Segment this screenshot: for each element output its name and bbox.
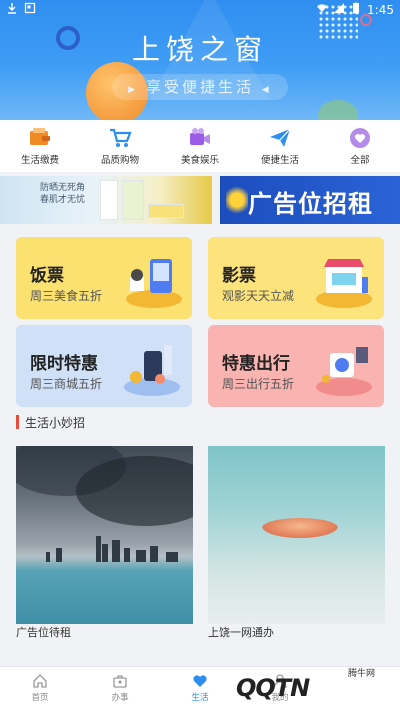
ad-line-1: 防晒无死角 (40, 183, 86, 193)
category-label: 品质购物 (100, 155, 139, 166)
category-label: 生活缴费 (20, 155, 59, 166)
wallet-icon (27, 126, 53, 150)
shopping-illustration (124, 345, 180, 396)
product-image (148, 204, 184, 218)
building (96, 536, 101, 562)
product-image (122, 180, 144, 220)
ad-for-rent[interactable]: 广告位招租 (220, 176, 400, 224)
category-shopping[interactable]: 品质购物 (80, 120, 160, 172)
building (102, 544, 108, 562)
nav-label: 生活 (191, 693, 209, 703)
ad-for-rent-text: 广告位招租 (248, 190, 373, 218)
cart-icon (107, 126, 133, 150)
play-left-icon: ◀ (261, 85, 272, 95)
nav-life[interactable]: 生活 (160, 667, 240, 710)
nav-home[interactable]: 首页 (0, 667, 80, 710)
video-icon (187, 126, 213, 150)
building (136, 550, 146, 562)
product-image (100, 180, 118, 220)
promo-card-travel[interactable]: 特惠出行 周三出行五折 (208, 325, 384, 407)
ad-sunscreen[interactable]: 防晒无死角 春肌才无忧 (0, 176, 212, 224)
ad-text: 防晒无死角 春肌才无忧 (40, 182, 85, 206)
section-accent-bar (16, 415, 19, 429)
promo-subtitle: 周三出行五折 (222, 377, 295, 391)
wifi-icon (316, 2, 328, 17)
signal-icon (333, 2, 345, 17)
top-banner[interactable]: 1:45 上饶之窗 ▶ 享受便捷生活 ◀ (0, 0, 400, 120)
home-icon (33, 674, 47, 688)
category-label: 全部 (350, 155, 370, 166)
heart-icon (347, 126, 373, 150)
banner-subtitle-text: 享受便捷生活 (145, 78, 254, 96)
status-bar: 1:45 (0, 0, 400, 18)
promo-title: 特惠出行 (222, 354, 290, 374)
promo-subtitle: 周三美食五折 (30, 289, 103, 303)
battery-icon (350, 2, 362, 17)
briefcase-icon (113, 675, 127, 688)
category-label: 便捷生活 (260, 155, 299, 166)
building (166, 552, 178, 562)
building (46, 552, 50, 562)
site-watermark: QQTN 腾牛网 (236, 662, 400, 710)
category-row: 生活缴费 品质购物 美食娱乐 便捷生活 全部 (0, 120, 400, 172)
notification-icon (24, 2, 36, 17)
nav-services[interactable]: 办事 (80, 667, 160, 710)
promo-card-flash-sale[interactable]: 限时特惠 周三商城五折 (16, 325, 192, 407)
restaurant-illustration (126, 259, 182, 308)
watermark-logo: QQTN (236, 674, 310, 702)
promo-card-movie[interactable]: 影票 观影天天立减 (208, 237, 384, 319)
tile-mist-photo[interactable] (208, 446, 385, 624)
category-food-fun[interactable]: 美食娱乐 (160, 120, 240, 172)
category-label: 美食娱乐 (180, 155, 219, 166)
paper-plane-icon (267, 126, 293, 150)
promo-title: 影票 (222, 266, 256, 286)
watermark-site-name: 腾牛网 (348, 669, 376, 679)
category-payment[interactable]: 生活缴费 (0, 120, 80, 172)
promo-subtitle: 观影天天立减 (222, 289, 295, 303)
play-right-icon: ▶ (128, 85, 139, 95)
cloud-shape (76, 456, 193, 526)
cinema-illustration (316, 259, 372, 308)
banner-blob-decoration (318, 100, 358, 120)
building (56, 548, 62, 562)
tile-city-photo[interactable] (16, 446, 193, 624)
building (150, 546, 158, 562)
building (124, 548, 130, 562)
building (112, 540, 120, 562)
floating-island (262, 518, 338, 538)
category-convenience[interactable]: 便捷生活 (240, 120, 320, 172)
section-title: 生活小妙招 (25, 415, 86, 430)
tile-label[interactable]: 广告位待租 (16, 624, 71, 640)
download-icon (6, 2, 18, 17)
nav-label: 首页 (31, 693, 49, 703)
banner-subtitle: ▶ 享受便捷生活 ◀ (112, 74, 288, 100)
app-screen: 1:45 上饶之窗 ▶ 享受便捷生活 ◀ 生活缴费 品质购物 美食娱乐 便捷生活… (0, 0, 400, 710)
promo-subtitle: 周三商城五折 (30, 377, 103, 391)
promo-title: 限时特惠 (30, 354, 98, 374)
banner-title: 上饶之窗 (131, 33, 268, 66)
category-all[interactable]: 全部 (320, 120, 400, 172)
status-time: 1:45 (367, 2, 394, 17)
promo-title: 饭票 (30, 266, 64, 286)
ad-carousel[interactable]: 防晒无死角 春肌才无忧 广告位招租 (0, 176, 400, 224)
heart-icon (193, 675, 207, 687)
tile-label[interactable]: 上饶一网通办 (208, 624, 274, 640)
travel-illustration (316, 347, 372, 396)
nav-label: 办事 (111, 693, 129, 703)
section-heading: 生活小妙招 (16, 413, 85, 431)
firework-decoration (226, 180, 248, 220)
ad-line-2: 春肌才无忧 (40, 195, 86, 205)
promo-card-meal[interactable]: 饭票 周三美食五折 (16, 237, 192, 319)
